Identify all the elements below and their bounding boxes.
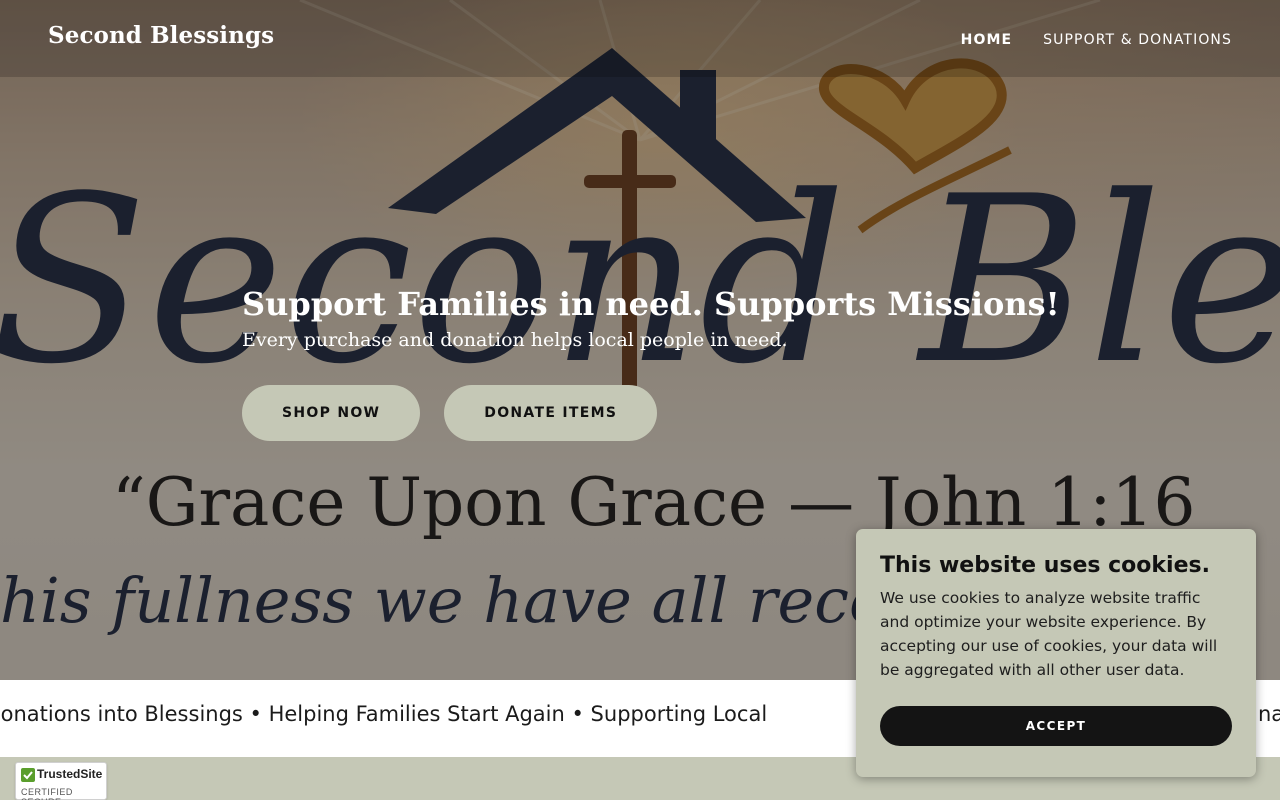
check-icon — [21, 768, 35, 782]
shop-now-button[interactable]: SHOP NOW — [242, 385, 421, 441]
hero-buttons: SHOP NOW DONATE ITEMS — [242, 385, 1002, 441]
nav-item-home[interactable]: HOME — [961, 32, 1013, 48]
cookie-message: We use cookies to analyze website traffi… — [880, 589, 1218, 679]
hero-subtitle: Every purchase and donation helps local … — [242, 329, 788, 351]
badge-subtitle: CERTIFIED SECURE — [21, 787, 73, 800]
site-logo[interactable]: Second Blessings — [48, 22, 274, 49]
cookie-banner: This website uses cookies. We use cookie… — [856, 529, 1256, 777]
hero-content: Support Families in need. Supports Missi… — [242, 282, 1060, 441]
marquee-text-trailing: nat — [1258, 702, 1280, 726]
badge-name: TrustedSite — [37, 767, 103, 781]
hero-title: Support Families in need. Supports Missi… — [242, 285, 1060, 323]
trustedsite-badge[interactable]: TrustedSite CERTIFIED SECURE — [15, 762, 107, 800]
cookie-title: This website uses cookies. — [880, 553, 1210, 578]
main-nav: HOME SUPPORT & DONATIONS — [961, 32, 1232, 48]
marquee-text: ning Donations into Blessings • Helping … — [0, 702, 768, 726]
donate-items-button[interactable]: DONATE ITEMS — [444, 385, 658, 441]
site-header: Second Blessings HOME SUPPORT & DONATION… — [0, 0, 1280, 77]
accept-cookies-button[interactable]: ACCEPT — [880, 706, 1232, 746]
nav-item-support-donations[interactable]: SUPPORT & DONATIONS — [1043, 32, 1232, 48]
